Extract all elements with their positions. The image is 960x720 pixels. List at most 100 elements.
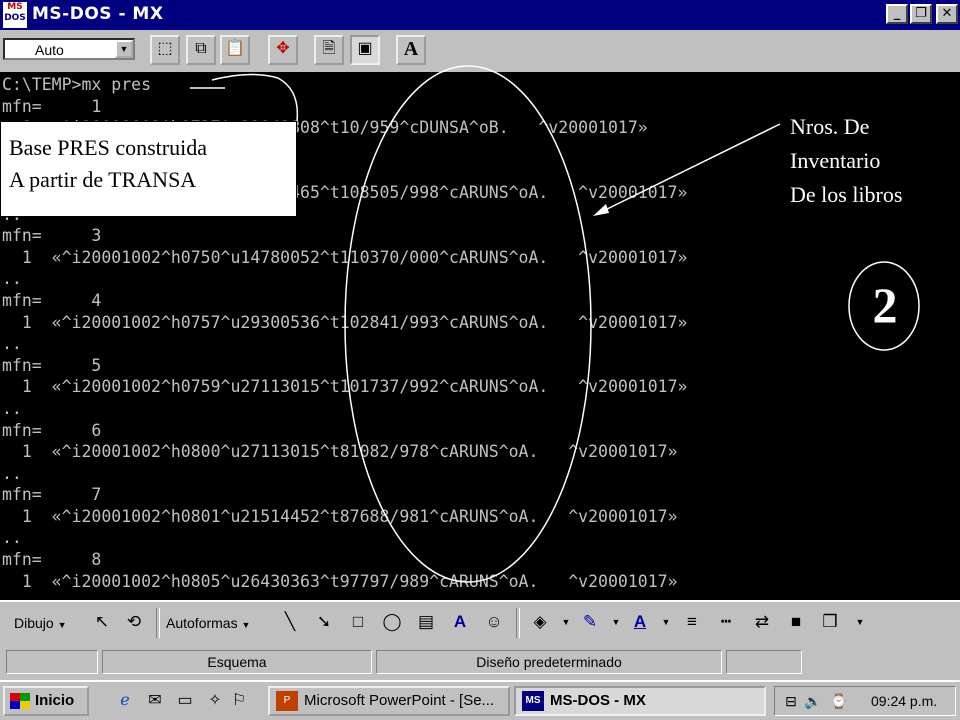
font-color-icon[interactable]: A: [628, 610, 652, 634]
dash-style-icon[interactable]: ┅: [714, 610, 738, 634]
network-icon[interactable]: ⊟: [781, 691, 801, 711]
drawing-toolbar: Dibujo ▼ ↖ ⟲ Autoformas ▼ ╲ ➘ □ ◯ ▤ A ☺ …: [0, 600, 960, 644]
clock[interactable]: 09:24 p.m.: [871, 693, 937, 709]
window-title: MS-DOS - MX: [32, 4, 164, 24]
task-msdos[interactable]: MS MS-DOS - MX: [514, 686, 766, 716]
text-box-icon[interactable]: ▤: [414, 610, 438, 634]
show-desktop-icon[interactable]: ▭: [174, 690, 196, 712]
annotation-base-pres: Base PRES construida A partir de TRANSA: [0, 121, 297, 217]
console-line: ..: [2, 463, 22, 483]
quick-launch-icon[interactable]: ⚐: [228, 690, 250, 712]
msdos-app-icon[interactable]: MS DOS: [3, 2, 27, 28]
console-line: mfn= 3: [2, 226, 102, 246]
start-button[interactable]: Inicio: [3, 686, 89, 716]
properties-icon: 🗎: [322, 40, 336, 57]
font-size-select[interactable]: Auto ▼: [3, 38, 135, 60]
chevron-down-icon[interactable]: ▼: [848, 610, 872, 634]
toolbar-separator: [156, 608, 160, 638]
volume-icon[interactable]: 🔈: [803, 691, 823, 711]
windows-logo-icon: [10, 693, 30, 709]
task-label: MS-DOS - MX: [550, 692, 646, 709]
copy-button[interactable]: ⧉: [186, 35, 216, 65]
font-icon: A: [403, 38, 419, 60]
console-line: 1 «^i20001002^h0805^u26430363^t97797/989…: [2, 571, 678, 591]
mark-button[interactable]: ⬚: [150, 35, 180, 65]
channels-icon[interactable]: ✧: [204, 690, 226, 712]
chevron-down-icon[interactable]: ▼: [604, 610, 628, 634]
system-tray: ⊟ 🔈 ⌚ 09:24 p.m.: [774, 686, 956, 716]
powerpoint-icon: P: [276, 691, 298, 711]
properties-button[interactable]: 🗎: [314, 35, 344, 65]
select-pointer-icon[interactable]: ↖: [90, 610, 114, 634]
fill-color-icon[interactable]: ◈: [528, 610, 552, 634]
chevron-down-icon: ▼: [57, 620, 67, 630]
console-line: 1 «^i20001002^h0759^u27113015^t101737/99…: [2, 377, 688, 397]
outlook-express-icon[interactable]: ✉: [144, 690, 166, 712]
annotation-line: Nros. De: [790, 114, 870, 139]
font-button[interactable]: A: [396, 35, 426, 65]
ellipse-icon[interactable]: ◯: [380, 610, 404, 634]
internet-explorer-icon[interactable]: ℯ: [114, 690, 136, 712]
msdos-icon: MS: [522, 691, 544, 711]
console-line: ..: [2, 334, 22, 354]
task-label: Microsoft PowerPoint - [Se...: [304, 692, 495, 709]
status-cell-language: [726, 650, 802, 674]
wordart-icon[interactable]: A: [448, 610, 472, 634]
annotation-line: Base PRES construida: [9, 135, 207, 160]
status-cell-design: Diseño predeterminado: [376, 650, 722, 674]
chevron-down-icon[interactable]: ▼: [554, 610, 578, 634]
scheduler-icon[interactable]: ⌚: [829, 691, 849, 711]
autoshapes-menu-button[interactable]: Autoformas ▼: [166, 612, 250, 634]
console-line: 1 «^i20001002^h0757^u29300536^t102841/99…: [2, 312, 688, 332]
task-powerpoint[interactable]: P Microsoft PowerPoint - [Se...: [268, 686, 510, 716]
maximize-icon: ❐: [915, 6, 927, 21]
arrow-icon[interactable]: ➘: [312, 610, 336, 634]
console-line: 1 «^i20001002^h0800^u27113015^t81082/978…: [2, 442, 678, 462]
draw-menu-label: Dibujo: [14, 615, 54, 631]
console-line: 1 «^i20001002^h0801^u21514452^t87688/981…: [2, 506, 678, 526]
3d-icon[interactable]: ❒: [818, 610, 842, 634]
clipart-icon[interactable]: ☺: [482, 610, 506, 634]
arrow-style-icon[interactable]: ⇄: [750, 610, 774, 634]
annotation-line: A partir de TRANSA: [9, 167, 197, 192]
chevron-down-icon[interactable]: ▼: [115, 40, 133, 58]
copy-icon: ⧉: [195, 40, 207, 57]
step-number: 2: [872, 277, 898, 333]
chevron-down-icon[interactable]: ▼: [654, 610, 678, 634]
close-button[interactable]: ✕: [936, 4, 958, 24]
console-line: ..: [2, 528, 22, 548]
taskbar: Inicio ℯ ✉ ▭ ✧ ⚐ P Microsoft PowerPoint …: [0, 680, 960, 720]
paste-button[interactable]: 📋: [220, 35, 250, 65]
minimize-icon: _: [893, 6, 901, 21]
draw-menu-button[interactable]: Dibujo ▼: [14, 612, 67, 634]
mark-icon: ⬚: [157, 40, 173, 57]
line-icon[interactable]: ╲: [278, 610, 302, 634]
dos-toolbar: Auto ▼ ⬚ ⧉ 📋 ✥ 🗎 ▣ A: [0, 30, 960, 73]
maximize-button[interactable]: ❐: [910, 4, 932, 24]
minimize-button[interactable]: _: [886, 4, 908, 24]
console-line: mfn= 5: [2, 355, 102, 375]
status-cell-slide: [6, 650, 98, 674]
background-button[interactable]: ▣: [350, 35, 380, 65]
console-line: ..: [2, 592, 687, 600]
line-style-icon[interactable]: ≡: [680, 610, 704, 634]
annotation-inventory-note: Nros. De Inventario De los libros: [790, 110, 902, 212]
window-title-bar[interactable]: MS DOS MS-DOS - MX _ ❐ ✕: [0, 0, 960, 30]
console-line: mfn= 4: [2, 290, 102, 310]
line-color-icon[interactable]: ✎: [578, 610, 602, 634]
chevron-down-icon: ▼: [241, 620, 251, 630]
paste-icon: 📋: [225, 40, 245, 57]
annotation-line: De los libros: [790, 182, 903, 207]
console-line: mfn= 8: [2, 550, 102, 570]
console-line: mfn= 6: [2, 420, 102, 440]
annotation-line: Inventario: [790, 148, 881, 173]
console-line: mfn= 1: [2, 96, 102, 116]
console-line: mfn= 7: [2, 485, 102, 505]
console-line: 1 «^i20001002^h0750^u14780052^t110370/00…: [2, 247, 688, 267]
rectangle-icon[interactable]: □: [346, 610, 370, 634]
shadow-icon[interactable]: ■: [784, 610, 808, 634]
fullscreen-button[interactable]: ✥: [268, 35, 298, 65]
console-line: ..: [2, 398, 22, 418]
free-rotate-icon[interactable]: ⟲: [122, 610, 146, 634]
console-line: C:\TEMP>mx pres: [2, 75, 152, 94]
